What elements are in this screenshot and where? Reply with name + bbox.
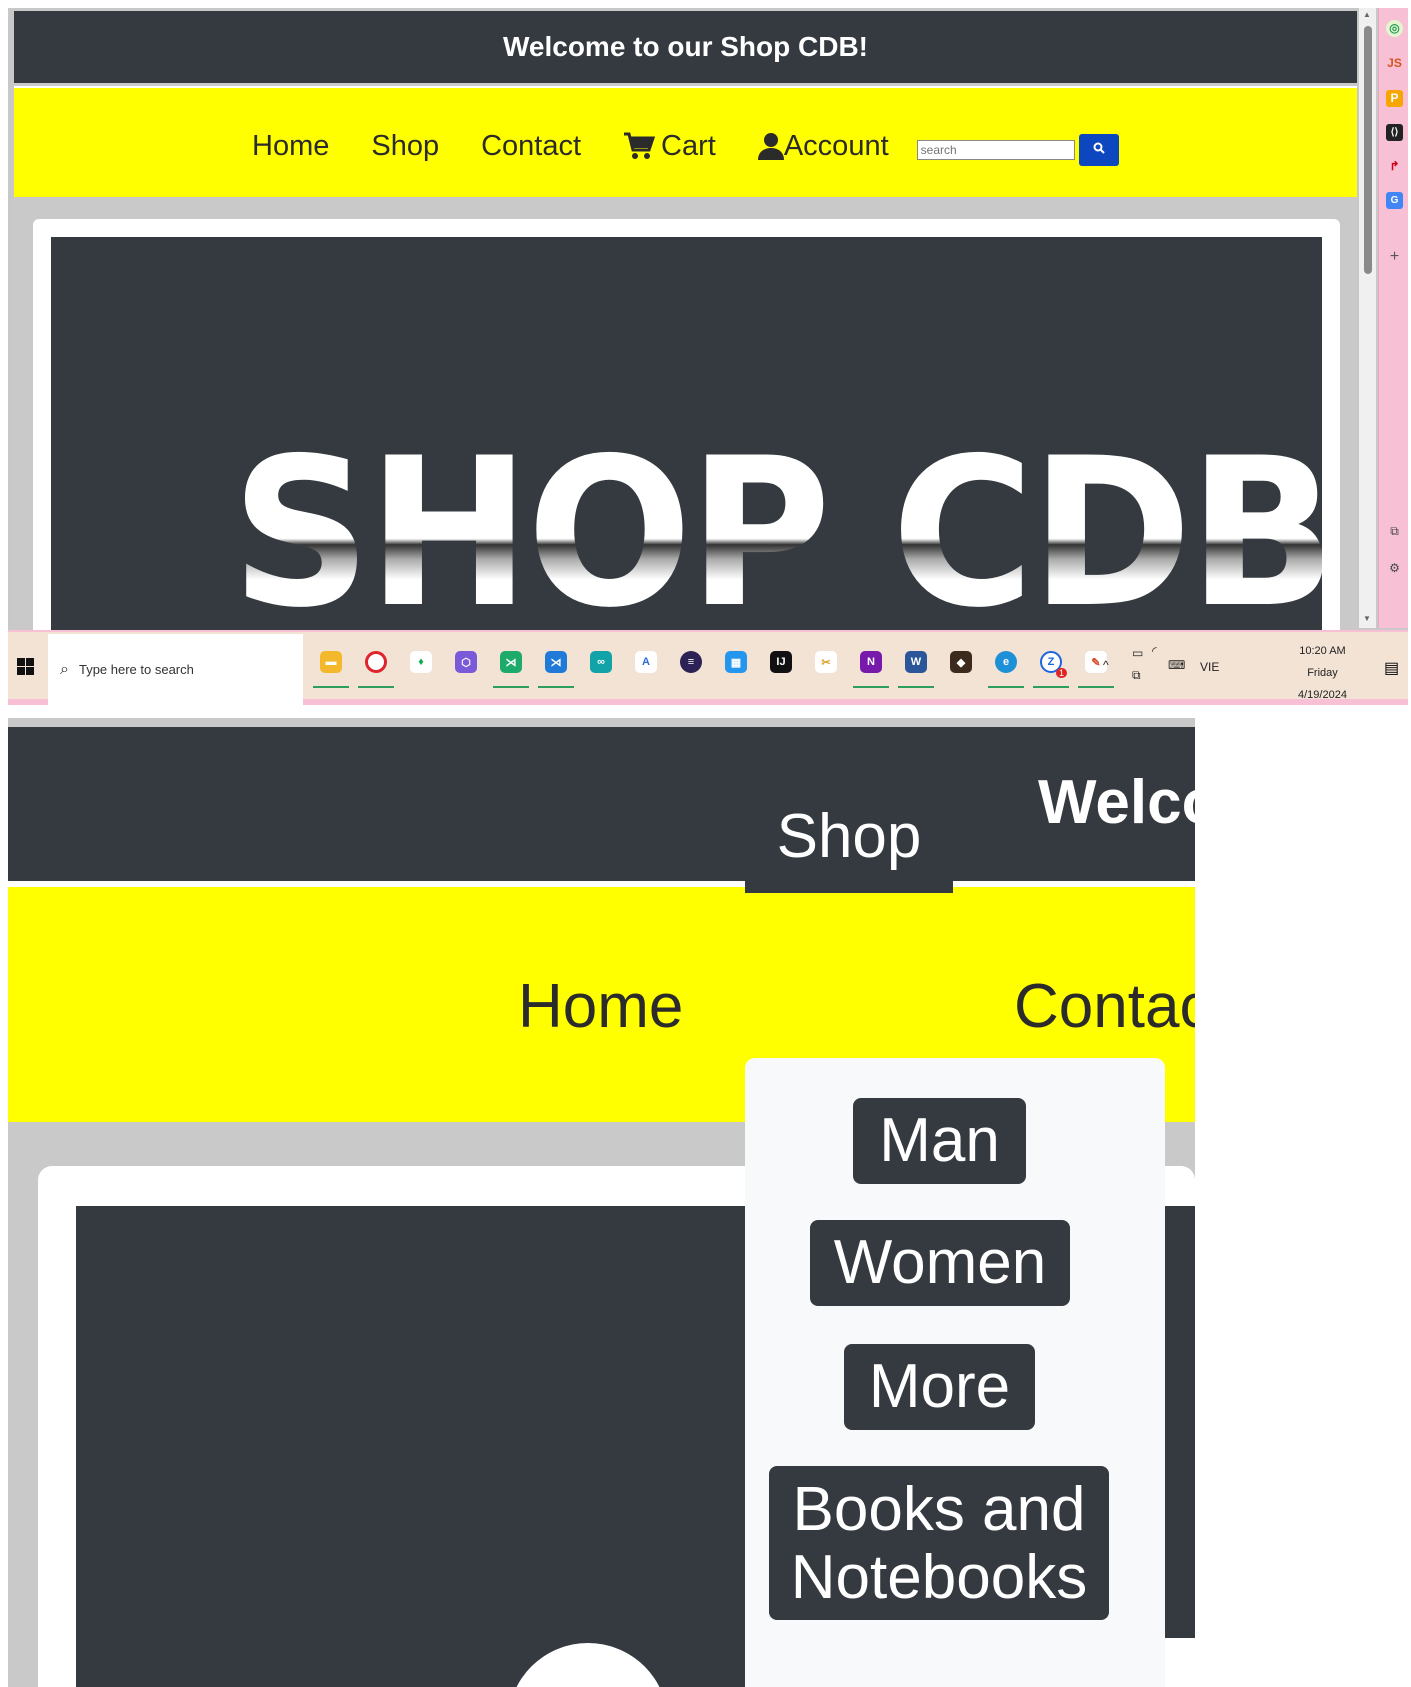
scroll-down-icon[interactable]: ▼ [1363, 614, 1371, 623]
clock-day: Friday [1307, 667, 1338, 679]
meet-icon[interactable]: ⧉ [1132, 668, 1141, 683]
screenshot-icon[interactable]: ⧉ [1386, 523, 1403, 540]
file-explorer-icon[interactable]: ▬ [313, 644, 349, 688]
zoom-nav-contact[interactable]: Contac [1014, 971, 1195, 1042]
chevron-up-icon[interactable]: ^ [1103, 658, 1109, 672]
onenote-icon[interactable]: N [853, 644, 889, 688]
search-button[interactable] [1078, 134, 1119, 166]
opera-icon[interactable] [358, 644, 394, 688]
intellij-icon[interactable]: IJ [763, 644, 799, 680]
shop-dropdown-menu: Man Women More Books and Notebooks [745, 1058, 1165, 1687]
notification-center-icon[interactable]: ▤ [1384, 658, 1399, 678]
welcome-header: Welcome to our Shop CDB! [14, 11, 1357, 83]
taskbar-apps: ▬ ♦ ⬡ ⋊ ⋊ ∞ A ≡ ▦ IJ ✂ N W ◆ e Z1 ✎ [313, 644, 1123, 688]
dropdown-item-books-notebooks[interactable]: Books and Notebooks [769, 1466, 1109, 1620]
ai-extension-icon[interactable]: ⟨⟩ [1386, 124, 1403, 141]
zoom-welcome-header: Welco [8, 727, 1195, 881]
scroll-up-icon[interactable]: ▲ [1363, 10, 1371, 19]
android-studio-icon[interactable]: A [628, 644, 664, 680]
zoom-nav-shop-active[interactable]: Shop [745, 780, 953, 893]
vscode-insiders-icon[interactable]: ⋊ [493, 644, 529, 688]
js-icon[interactable]: JS [1386, 55, 1403, 72]
dropdown-item-women[interactable]: Women [810, 1220, 1070, 1306]
add-icon[interactable]: + [1386, 248, 1403, 265]
hero-card: SHOP CDB [33, 219, 1340, 631]
windows-taskbar: ⌕ Type here to search ▬ ♦ ⬡ ⋊ ⋊ ∞ A ≡ ▦ … [8, 630, 1408, 705]
main-navbar: Home Shop Contact Cart Account [14, 86, 1357, 197]
notification-badge: 1 [1055, 668, 1067, 678]
nav-contact[interactable]: Contact [481, 130, 581, 163]
mongodb-icon[interactable]: ♦ [403, 644, 439, 680]
clock-date: 4/19/2024 [1298, 689, 1347, 701]
arduino-icon[interactable]: ∞ [583, 644, 619, 680]
user-icon [757, 132, 784, 160]
battery-icon[interactable]: ▭ [1132, 646, 1143, 660]
vscode-icon[interactable]: ⋊ [538, 644, 574, 688]
settings-gear-icon[interactable]: ⚙ [1386, 560, 1403, 577]
zoom-nav-home[interactable]: Home [518, 971, 683, 1042]
zoom-welcome-title: Welco [1038, 768, 1195, 837]
dropdown-item-man[interactable]: Man [853, 1098, 1026, 1184]
nav-cart[interactable]: Cart [623, 130, 716, 163]
eclipse-icon[interactable]: ≡ [673, 644, 709, 680]
translate-icon[interactable]: G [1386, 192, 1403, 209]
vertical-scrollbar[interactable]: ▲ ▼ [1359, 8, 1376, 628]
nav-cart-label: Cart [661, 129, 716, 162]
package-app-icon[interactable]: ◆ [943, 644, 979, 680]
nav-home[interactable]: Home [252, 130, 329, 163]
nav-account[interactable]: Account [757, 129, 889, 163]
keyboard-icon[interactable]: ⌨ [1168, 658, 1185, 672]
snip-tool-icon[interactable]: ✂ [808, 644, 844, 680]
magnifier-icon: ⌕ [60, 660, 69, 678]
browser-screenshot-top: Welcome to our Shop CDB! Home Shop Conta… [8, 8, 1408, 705]
page-viewport: Welcome to our Shop CDB! Home Shop Conta… [14, 11, 1357, 631]
dropdown-item-more[interactable]: More [844, 1344, 1035, 1430]
taskbar-clock[interactable]: 10:20 AM Friday 4/19/2024 [1298, 640, 1347, 705]
taskbar-search-box[interactable]: ⌕ Type here to search [48, 634, 303, 705]
windows-start-icon[interactable] [17, 658, 34, 675]
nav-account-label: Account [783, 129, 889, 162]
wifi-icon[interactable]: ◜ [1152, 644, 1157, 658]
extension-icon[interactable]: ◎ [1386, 20, 1403, 37]
language-indicator[interactable]: VIE [1200, 660, 1219, 674]
search-form [916, 126, 1119, 166]
p-extension-icon[interactable]: P [1386, 90, 1403, 107]
word-icon[interactable]: W [898, 644, 934, 688]
hero-logo-text: SHOP CDB [231, 432, 1322, 632]
clock-time: 10:20 AM [1299, 645, 1346, 657]
docker-icon[interactable]: ▦ [718, 644, 754, 680]
taskbar-search-placeholder: Type here to search [78, 662, 194, 677]
scrollbar-thumb[interactable] [1364, 26, 1372, 274]
edge-sidebar: ◎ JS P ⟨⟩ ↱ G + ⧉ ⚙ [1378, 8, 1408, 628]
search-input[interactable] [916, 140, 1075, 160]
nav-shop[interactable]: Shop [371, 130, 439, 163]
welcome-title: Welcome to our Shop CDB! [502, 31, 869, 62]
arrow-extension-icon[interactable]: ↱ [1386, 158, 1403, 175]
zalo-icon[interactable]: Z1 [1033, 644, 1069, 688]
zoomed-screenshot: Welco Home Contac Shop Man Women More Bo… [8, 718, 1195, 1687]
hexagon-app-icon[interactable]: ⬡ [448, 644, 484, 680]
edge-icon[interactable]: e [988, 644, 1024, 688]
hero-banner: SHOP CDB [51, 237, 1322, 631]
cart-icon [623, 132, 656, 160]
search-icon [1093, 141, 1105, 159]
